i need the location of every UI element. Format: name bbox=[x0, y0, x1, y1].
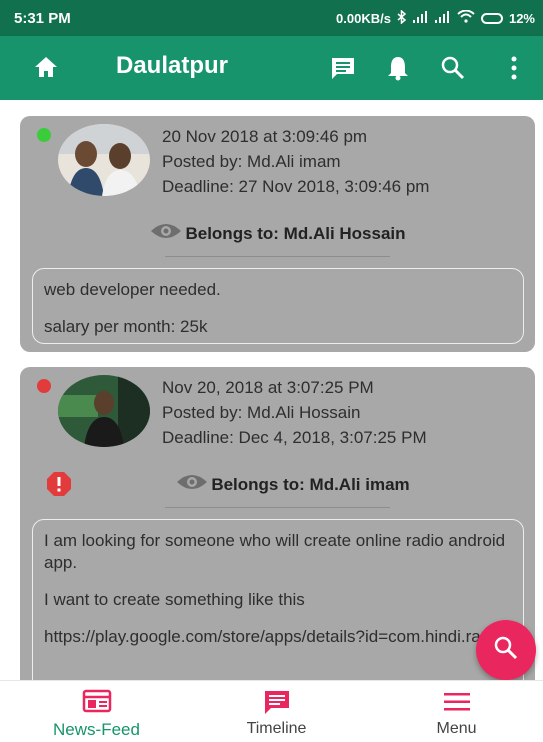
nav-label: News-Feed bbox=[53, 720, 140, 739]
nav-item-menu[interactable]: Menu bbox=[366, 681, 543, 742]
belongs-to-label: Belongs to: Md.Ali imam bbox=[211, 474, 410, 494]
battery-level: 12% bbox=[508, 10, 535, 26]
nav-item-news-feed[interactable]: News-Feed bbox=[6, 681, 187, 742]
post-body: I am looking for someone who will create… bbox=[32, 519, 524, 680]
post-body-link[interactable]: https://play.google.com/store/apps/detai… bbox=[44, 626, 512, 648]
post-body-line: I am looking for someone who will create… bbox=[44, 531, 506, 572]
post-body-line: I want to create something like this bbox=[44, 590, 305, 609]
home-icon[interactable] bbox=[34, 56, 58, 83]
network-speed: 0.00KB/s bbox=[336, 10, 391, 26]
wifi-icon bbox=[457, 9, 475, 26]
nav-label: Timeline bbox=[246, 720, 307, 737]
status-indicators: 0.00KB/s 12% bbox=[336, 8, 535, 27]
eye-icon bbox=[149, 221, 183, 246]
post-meta: Nov 20, 2018 at 3:07:25 PM Posted by: Md… bbox=[162, 375, 427, 450]
bluetooth-icon bbox=[397, 8, 407, 27]
eye-icon bbox=[175, 472, 209, 497]
signal-icon bbox=[434, 10, 451, 26]
post-date: Nov 20, 2018 at 3:07:25 PM bbox=[162, 378, 374, 397]
app-bar: Daulatpur bbox=[0, 36, 543, 100]
post-meta: 20 Nov 2018 at 3:09:46 pm Posted by: Md.… bbox=[162, 124, 429, 199]
message-icon bbox=[186, 689, 367, 715]
search-fab-button[interactable] bbox=[476, 620, 536, 680]
post-date: 20 Nov 2018 at 3:09:46 pm bbox=[162, 127, 368, 146]
page-title: Daulatpur bbox=[116, 52, 229, 79]
nav-item-timeline[interactable]: Timeline bbox=[186, 681, 367, 742]
post-body-line: salary per month: 25k bbox=[44, 317, 208, 336]
search-icon[interactable] bbox=[440, 55, 466, 86]
news-feed-list[interactable]: 20 Nov 2018 at 3:09:46 pm Posted by: Md.… bbox=[0, 100, 543, 680]
belongs-to[interactable]: Belongs to: Md.Ali imam bbox=[20, 472, 535, 497]
more-vert-icon[interactable] bbox=[510, 56, 518, 85]
avatar[interactable] bbox=[58, 375, 150, 447]
nav-label: Menu bbox=[436, 720, 477, 737]
post-body-line: web developer needed. bbox=[44, 280, 221, 299]
divider bbox=[165, 256, 390, 257]
status-dot bbox=[37, 128, 51, 142]
battery-icon bbox=[480, 12, 503, 24]
post-deadline: Deadline: Dec 4, 2018, 3:07:25 PM bbox=[162, 428, 427, 447]
bottom-navigation: News-Feed Timeline Menu bbox=[0, 680, 543, 742]
post-deadline: Deadline: 27 Nov 2018, 3:09:46 pm bbox=[162, 177, 430, 196]
post-card[interactable]: Nov 20, 2018 at 3:07:25 PM Posted by: Md… bbox=[20, 367, 535, 680]
status-bar: 5:31 PM 0.00KB/s 12% bbox=[0, 0, 543, 36]
search-icon bbox=[493, 635, 519, 666]
post-body: web developer needed. salary per month: … bbox=[32, 268, 524, 344]
status-time: 5:31 PM bbox=[14, 9, 71, 27]
signal-icon bbox=[412, 10, 429, 26]
newspaper-icon bbox=[6, 689, 187, 713]
avatar[interactable] bbox=[58, 124, 150, 196]
status-dot bbox=[37, 379, 51, 393]
divider bbox=[165, 507, 390, 508]
bell-icon[interactable] bbox=[386, 55, 410, 86]
menu-icon bbox=[366, 693, 543, 711]
message-icon[interactable] bbox=[330, 56, 356, 85]
belongs-to[interactable]: Belongs to: Md.Ali Hossain bbox=[20, 221, 535, 246]
posted-by: Posted by: Md.Ali Hossain bbox=[162, 403, 361, 422]
post-card[interactable]: 20 Nov 2018 at 3:09:46 pm Posted by: Md.… bbox=[20, 116, 535, 352]
posted-by: Posted by: Md.Ali imam bbox=[162, 152, 341, 171]
belongs-to-label: Belongs to: Md.Ali Hossain bbox=[185, 223, 406, 243]
